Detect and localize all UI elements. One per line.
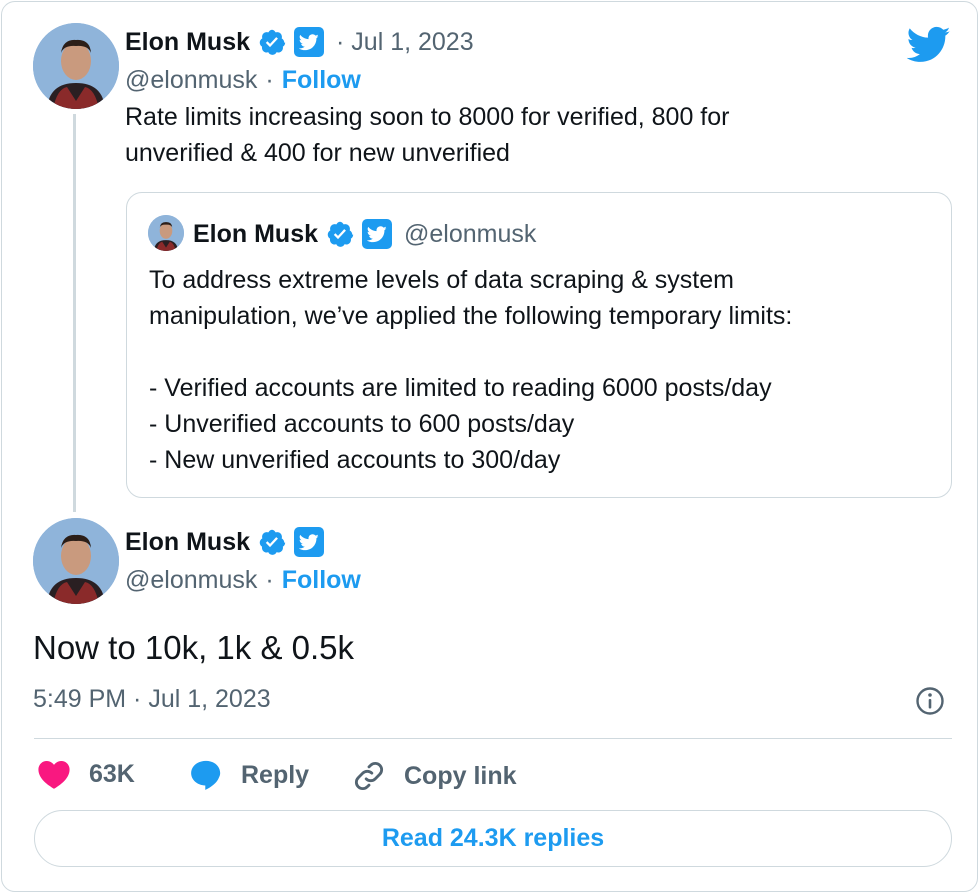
thread-connector-line bbox=[73, 114, 76, 512]
divider bbox=[34, 738, 952, 739]
reply-action[interactable]: Reply bbox=[189, 759, 309, 791]
author-name[interactable]: Elon Musk bbox=[125, 28, 250, 57]
twitter-affiliate-badge-icon bbox=[294, 527, 325, 557]
quoted-avatar bbox=[148, 215, 184, 251]
quoted-header: Elon Musk @elonmusk bbox=[193, 219, 536, 249]
author-handle[interactable]: @elonmusk bbox=[125, 66, 257, 95]
separator: · bbox=[265, 566, 274, 594]
tweet-date[interactable]: · Jul 1, 2023 bbox=[336, 28, 474, 57]
heart-icon bbox=[37, 759, 71, 789]
copy-link-action[interactable]: Copy link bbox=[352, 759, 517, 793]
tweet-text: Rate limits increasing soon to 8000 for … bbox=[125, 103, 730, 167]
verified-badge-icon bbox=[258, 28, 286, 56]
handle-row: @elonmusk · Follow bbox=[125, 566, 361, 595]
quoted-tweet[interactable]: Elon Musk @elonmusk To address extreme l… bbox=[126, 192, 952, 498]
tweet-header: Elon Musk · Jul 1, 2023 bbox=[125, 27, 474, 57]
author-name[interactable]: Elon Musk bbox=[125, 528, 250, 557]
separator: · bbox=[265, 66, 274, 94]
read-replies-button[interactable]: Read 24.3K replies bbox=[34, 810, 952, 867]
author-handle[interactable]: @elonmusk bbox=[125, 566, 257, 595]
quoted-author-name: Elon Musk bbox=[193, 219, 319, 248]
tweet-timestamp[interactable]: 5:49 PM · Jul 1, 2023 bbox=[33, 685, 271, 714]
avatar[interactable] bbox=[33, 23, 119, 109]
embedded-tweet-card: Elon Musk · Jul 1, 2023 @elonmusk · Foll… bbox=[1, 1, 978, 892]
speech-bubble-icon bbox=[189, 759, 223, 791]
quoted-tweet-text: To address extreme levels of data scrapi… bbox=[149, 266, 793, 474]
handle-row: @elonmusk · Follow bbox=[125, 66, 361, 95]
reply-label: Reply bbox=[241, 760, 310, 789]
like-action[interactable]: 63K bbox=[37, 759, 135, 789]
avatar[interactable] bbox=[33, 518, 119, 604]
link-icon bbox=[352, 759, 386, 793]
twitter-bird-icon[interactable] bbox=[906, 26, 951, 64]
info-icon[interactable] bbox=[915, 686, 945, 716]
copy-link-label: Copy link bbox=[404, 761, 517, 790]
follow-button[interactable]: Follow bbox=[282, 66, 361, 95]
twitter-affiliate-badge-icon bbox=[294, 27, 325, 57]
verified-badge-icon bbox=[258, 528, 286, 556]
like-count: 63K bbox=[89, 759, 135, 788]
twitter-affiliate-badge-icon bbox=[362, 219, 393, 249]
follow-button[interactable]: Follow bbox=[282, 566, 361, 595]
verified-badge-icon bbox=[326, 220, 354, 248]
main-tweet-text: Now to 10k, 1k & 0.5k bbox=[33, 629, 354, 666]
tweet-header: Elon Musk bbox=[125, 527, 325, 557]
quoted-author-handle: @elonmusk bbox=[404, 219, 537, 248]
